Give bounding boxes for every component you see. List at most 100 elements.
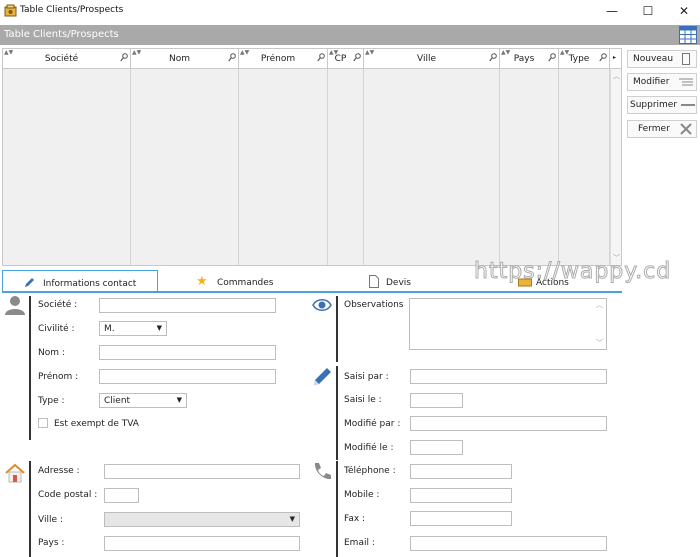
edit-button-label: Modifier	[633, 77, 670, 87]
new-document-icon	[682, 53, 690, 65]
column-header-pays[interactable]: ▲▼ Pays	[500, 49, 559, 68]
edit-button[interactable]: Modifier	[627, 73, 697, 91]
chevron-up-icon[interactable]: ︿	[613, 71, 620, 81]
minimize-button[interactable]: —	[594, 0, 630, 22]
person-icon	[5, 296, 25, 315]
column-header-type[interactable]: ▲▼ Type	[559, 49, 610, 68]
tab-label: Devis	[386, 278, 411, 288]
prenom-label: Prénom :	[38, 372, 79, 382]
prenom-input[interactable]	[99, 369, 276, 384]
column-scroll-right[interactable]: ▸	[610, 49, 621, 68]
pays-input[interactable]	[104, 536, 300, 551]
societe-label: Société :	[38, 300, 78, 310]
search-icon[interactable]	[317, 53, 325, 62]
search-icon[interactable]	[353, 53, 361, 62]
close-window-button[interactable]: ✕	[666, 0, 700, 22]
nom-input[interactable]	[99, 345, 276, 360]
tab-informations-contact[interactable]: Informations contact	[2, 270, 158, 292]
pencil-icon	[25, 278, 34, 287]
pays-label: Pays :	[38, 538, 65, 548]
email-input[interactable]	[410, 536, 607, 551]
civilite-label: Civilité :	[38, 324, 75, 334]
pencil-icon	[314, 368, 331, 385]
table-column	[131, 69, 239, 265]
maximize-icon: ☐	[642, 4, 654, 18]
civilite-select[interactable]: M. ▼	[99, 321, 167, 336]
search-icon[interactable]	[599, 53, 607, 62]
fax-input[interactable]	[410, 511, 512, 526]
column-header-cp[interactable]: ▲▼ CP	[328, 49, 364, 68]
type-label: Type :	[38, 396, 65, 406]
search-icon[interactable]	[228, 53, 236, 62]
table-column	[364, 69, 500, 265]
watermark: https://wappy.cd	[473, 259, 672, 285]
chevron-up-icon[interactable]: ︿	[596, 300, 603, 310]
tva-label: Est exempt de TVA	[54, 419, 139, 429]
mobile-label: Mobile :	[344, 490, 380, 500]
close-button-label: Fermer	[638, 124, 670, 134]
table-header: ▲▼ Société ▲▼ Nom ▲▼ Prénom ▲▼ CP ▲▼ Vil…	[3, 49, 621, 69]
phone-icon	[314, 463, 331, 480]
column-label: Pays	[513, 54, 535, 64]
column-label: Ville	[417, 54, 436, 64]
clients-table[interactable]: ▲▼ Société ▲▼ Nom ▲▼ Prénom ▲▼ CP ▲▼ Vil…	[2, 48, 622, 266]
column-label: Type	[568, 54, 590, 64]
column-header-prenom[interactable]: ▲▼ Prénom	[239, 49, 328, 68]
tab-devis[interactable]: Devis	[364, 270, 464, 292]
tab-label: Informations contact	[43, 279, 137, 289]
modifie-le-input[interactable]	[410, 440, 463, 455]
ville-select[interactable]: ▼	[104, 512, 300, 527]
type-select[interactable]: Client ▼	[99, 393, 187, 408]
close-button[interactable]: Fermer	[627, 120, 697, 138]
table-column	[559, 69, 610, 265]
column-label: CP	[334, 54, 347, 64]
adresse-label: Adresse :	[38, 466, 80, 476]
document-icon	[369, 275, 379, 288]
dropdown-arrow-icon: ▼	[176, 396, 182, 404]
email-label: Email :	[344, 538, 375, 548]
saisi-par-input[interactable]	[410, 369, 607, 384]
header-title: Table Clients/Prospects	[4, 29, 119, 40]
saisi-par-label: Saisi par :	[344, 372, 389, 382]
observations-label: Observations	[344, 300, 404, 310]
minimize-icon: —	[606, 4, 618, 18]
mobile-input[interactable]	[410, 488, 512, 503]
adresse-input[interactable]	[104, 464, 300, 479]
column-header-ville[interactable]: ▲▼ Ville	[364, 49, 500, 68]
close-x-icon	[680, 123, 692, 135]
table-vertical-scrollbar[interactable]: ︿ ﹀	[610, 69, 621, 265]
minus-icon	[681, 104, 695, 106]
star-icon: ★	[196, 274, 208, 289]
section-divider	[336, 296, 338, 362]
home-icon	[5, 463, 25, 483]
table-grid-icon[interactable]	[679, 26, 697, 44]
dropdown-arrow-icon: ▼	[156, 324, 162, 332]
civilite-value: M.	[104, 324, 115, 334]
column-label: Société	[44, 54, 79, 64]
close-icon: ✕	[678, 4, 690, 18]
telephone-input[interactable]	[410, 464, 512, 479]
societe-input[interactable]	[99, 298, 276, 313]
delete-button[interactable]: Supprimer	[627, 96, 697, 114]
nom-label: Nom :	[38, 348, 65, 358]
tva-checkbox[interactable]	[38, 418, 48, 428]
section-divider	[29, 296, 31, 440]
new-button[interactable]: Nouveau	[627, 50, 697, 68]
search-icon[interactable]	[489, 53, 497, 62]
search-icon[interactable]	[120, 53, 128, 62]
modifie-par-input[interactable]	[410, 416, 607, 431]
section-divider	[336, 366, 338, 460]
column-header-societe[interactable]: ▲▼ Société	[3, 49, 131, 68]
column-header-nom[interactable]: ▲▼ Nom	[131, 49, 239, 68]
window-title: Table Clients/Prospects	[20, 5, 124, 15]
chevron-right-icon: ▸	[613, 54, 617, 61]
maximize-button[interactable]: ☐	[630, 0, 666, 22]
observations-textarea[interactable]: ︿ ﹀	[409, 298, 607, 350]
section-divider	[336, 461, 338, 557]
search-icon[interactable]	[548, 53, 556, 62]
tab-commandes[interactable]: ★ Commandes	[190, 270, 310, 292]
table-column	[500, 69, 559, 265]
saisi-le-input[interactable]	[410, 393, 463, 408]
code-postal-input[interactable]	[104, 488, 139, 503]
chevron-down-icon[interactable]: ﹀	[596, 338, 603, 348]
